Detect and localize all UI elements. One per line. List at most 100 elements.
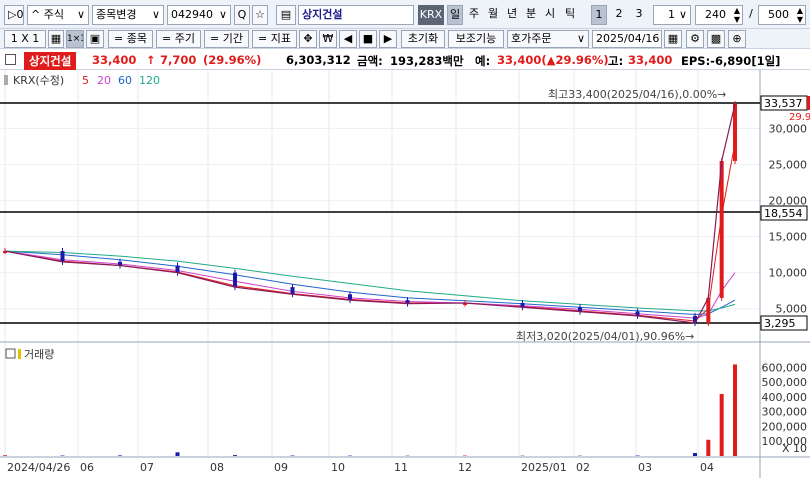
candle-body — [290, 287, 295, 295]
quote-order-label: 호가주문 — [511, 32, 552, 45]
interval-select[interactable]: 1 ∨ — [653, 5, 691, 25]
stock-info-bar: 상지건설 33,400 ↑ 7,700 (29.96%) 6,303,312 금… — [0, 50, 810, 70]
period-year-button[interactable]: 년 — [504, 5, 520, 25]
stock-name-field: 상지건설 — [298, 5, 414, 25]
period-month-button[interactable]: 월 — [485, 5, 501, 25]
reset-button[interactable]: 초기화 — [401, 30, 445, 48]
preset-2-button[interactable]: 2 — [611, 5, 627, 25]
quote-order-select[interactable]: 호가주문 ∨ — [507, 30, 589, 48]
volume-bar — [719, 393, 724, 456]
period-hour-button[interactable]: 시 — [542, 5, 558, 25]
chevron-down-icon: ∨ — [76, 8, 85, 21]
aux-function-button[interactable]: 보조기능 — [448, 30, 504, 48]
ratio-button[interactable]: 1 X 1 — [4, 30, 46, 48]
chevron-down-icon: ∨ — [576, 32, 585, 45]
stock-name-tag: 상지건설 — [24, 52, 77, 70]
step-forward-icon[interactable]: ▶ — [379, 30, 397, 48]
stepper-arrows-icon: ▲ ▼ — [733, 6, 740, 24]
x-tick-label: 2025/01 — [521, 461, 567, 474]
chevron-down-icon: ∨ — [678, 8, 687, 21]
stock-change-label: 종목변경 — [96, 8, 137, 21]
candle-body — [233, 272, 237, 288]
globe-icon[interactable]: ⊕ — [728, 30, 746, 48]
x-tick-label: 11 — [394, 461, 408, 474]
stock-list-icon[interactable]: ▤ — [276, 5, 296, 25]
legend-marker — [4, 75, 8, 85]
period-tick-button[interactable]: 틱 — [561, 5, 579, 25]
currency-icon[interactable]: ₩ — [319, 30, 337, 48]
low-annotation: 최저3,020(2025/04/01),90.96%→ — [516, 330, 694, 343]
volume-bar — [175, 452, 180, 456]
high-label: 고: — [608, 54, 624, 68]
current-price: 33,400 — [92, 53, 137, 67]
volume-tick-label: 200,000 — [762, 420, 808, 433]
x-tick-label: 10 — [331, 461, 345, 474]
market-select[interactable]: ^ 주식 ∨ — [27, 5, 89, 25]
legend-ma60: 60 — [118, 74, 132, 87]
layout-icon[interactable]: ▣ — [86, 30, 104, 48]
legend-ma120: 120 — [139, 74, 160, 87]
legend-ma20: 20 — [97, 74, 111, 87]
amount-value: 193,283백만 — [390, 54, 464, 68]
range-button[interactable]: = 기간 — [204, 30, 249, 48]
period-day-button[interactable]: 일 — [447, 5, 463, 25]
grid-icon[interactable]: ▦ — [48, 30, 64, 48]
x-tick-label: 03 — [638, 461, 652, 474]
calendar-icon[interactable]: ▦ — [664, 30, 682, 48]
move-icon[interactable]: ✥ — [299, 30, 317, 48]
period-minute-button[interactable]: 분 — [523, 5, 539, 25]
exchange-button[interactable]: KRX — [418, 5, 444, 25]
stop-icon[interactable]: ■ — [359, 30, 377, 48]
volume-tick-label: 300,000 — [762, 406, 808, 419]
single-view-icon[interactable]: 1×1 — [66, 30, 84, 48]
checkbox-icon[interactable] — [5, 54, 16, 65]
interval-value: 1 — [668, 8, 675, 21]
stock-chart[interactable]: KRX(수정) 5 20 60 120 최고33,400(2025/04/16)… — [0, 70, 810, 478]
right-change-pct: 29.96% — [789, 112, 810, 123]
volume-bar — [693, 453, 697, 456]
candle-body — [60, 251, 65, 262]
open-value: 33,400(▲29.96%) — [497, 53, 609, 67]
step-back-icon[interactable]: ◀ — [339, 30, 357, 48]
date-input[interactable]: 2025/04/16 — [592, 30, 662, 48]
volume-bar — [706, 439, 711, 456]
price-change: 7,700 — [160, 53, 197, 67]
open-label: 예: — [475, 54, 491, 68]
chevron-down-icon: ∨ — [151, 8, 160, 21]
period-week-button[interactable]: 주 — [466, 5, 482, 25]
preset-1-button[interactable]: 1 — [591, 5, 607, 25]
options-icon[interactable]: ▩ — [707, 30, 725, 48]
price-tick-label: 20,000 — [769, 195, 808, 208]
price-tick-label: 25,000 — [769, 159, 808, 172]
star-icon[interactable]: ☆ — [252, 5, 268, 25]
count-stepper[interactable]: 240 ▲ ▼ — [695, 5, 743, 25]
stock-compare-button[interactable]: = 종목 — [108, 30, 153, 48]
volume-legend-marker — [18, 349, 21, 359]
volume-bar — [733, 364, 737, 456]
max-stepper[interactable]: 500 ▲ ▼ — [758, 5, 806, 25]
toolbar-secondary: 1 X 1 ▦ 1×1 ▣ = 종목 = 주기 = 기간 = 지표 ✥ ₩ ◀ … — [0, 29, 810, 49]
candle-body — [348, 294, 352, 301]
chevron-up-icon: ^ — [31, 8, 41, 21]
eps-value: EPS:-6,890[1일] — [681, 54, 781, 68]
volume-panel-checkbox[interactable] — [5, 348, 16, 359]
separator-slash: / — [749, 7, 753, 20]
period-compare-button[interactable]: = 주기 — [156, 30, 201, 48]
volume-value: 6,303,312 — [286, 53, 351, 67]
preset-3-button[interactable]: 3 — [631, 5, 647, 25]
stepper-arrows-icon: ▲ ▼ — [796, 6, 803, 24]
volume-tick-label: 600,000 — [762, 361, 808, 374]
volume-bar — [118, 455, 122, 456]
price-tick-label: 5,000 — [776, 303, 808, 316]
up-arrow-icon: ↑ — [146, 53, 156, 67]
stock-code-input[interactable]: 042940 ∨ — [167, 5, 231, 25]
x-tick-label: 04 — [700, 461, 714, 474]
stock-change-select[interactable]: 종목변경 ∨ — [92, 5, 164, 25]
high-annotation: 최고33,400(2025/04/16),0.00%→ — [548, 88, 726, 101]
indicator-button[interactable]: = 지표 — [252, 30, 297, 48]
search-icon[interactable]: Q — [234, 5, 250, 25]
settings-icon[interactable]: ⚙ — [686, 30, 704, 48]
legend-price: KRX(수정) — [13, 74, 64, 87]
level-label-mid: 18,554 — [764, 207, 803, 220]
first-button[interactable]: ▷0 — [4, 5, 24, 25]
